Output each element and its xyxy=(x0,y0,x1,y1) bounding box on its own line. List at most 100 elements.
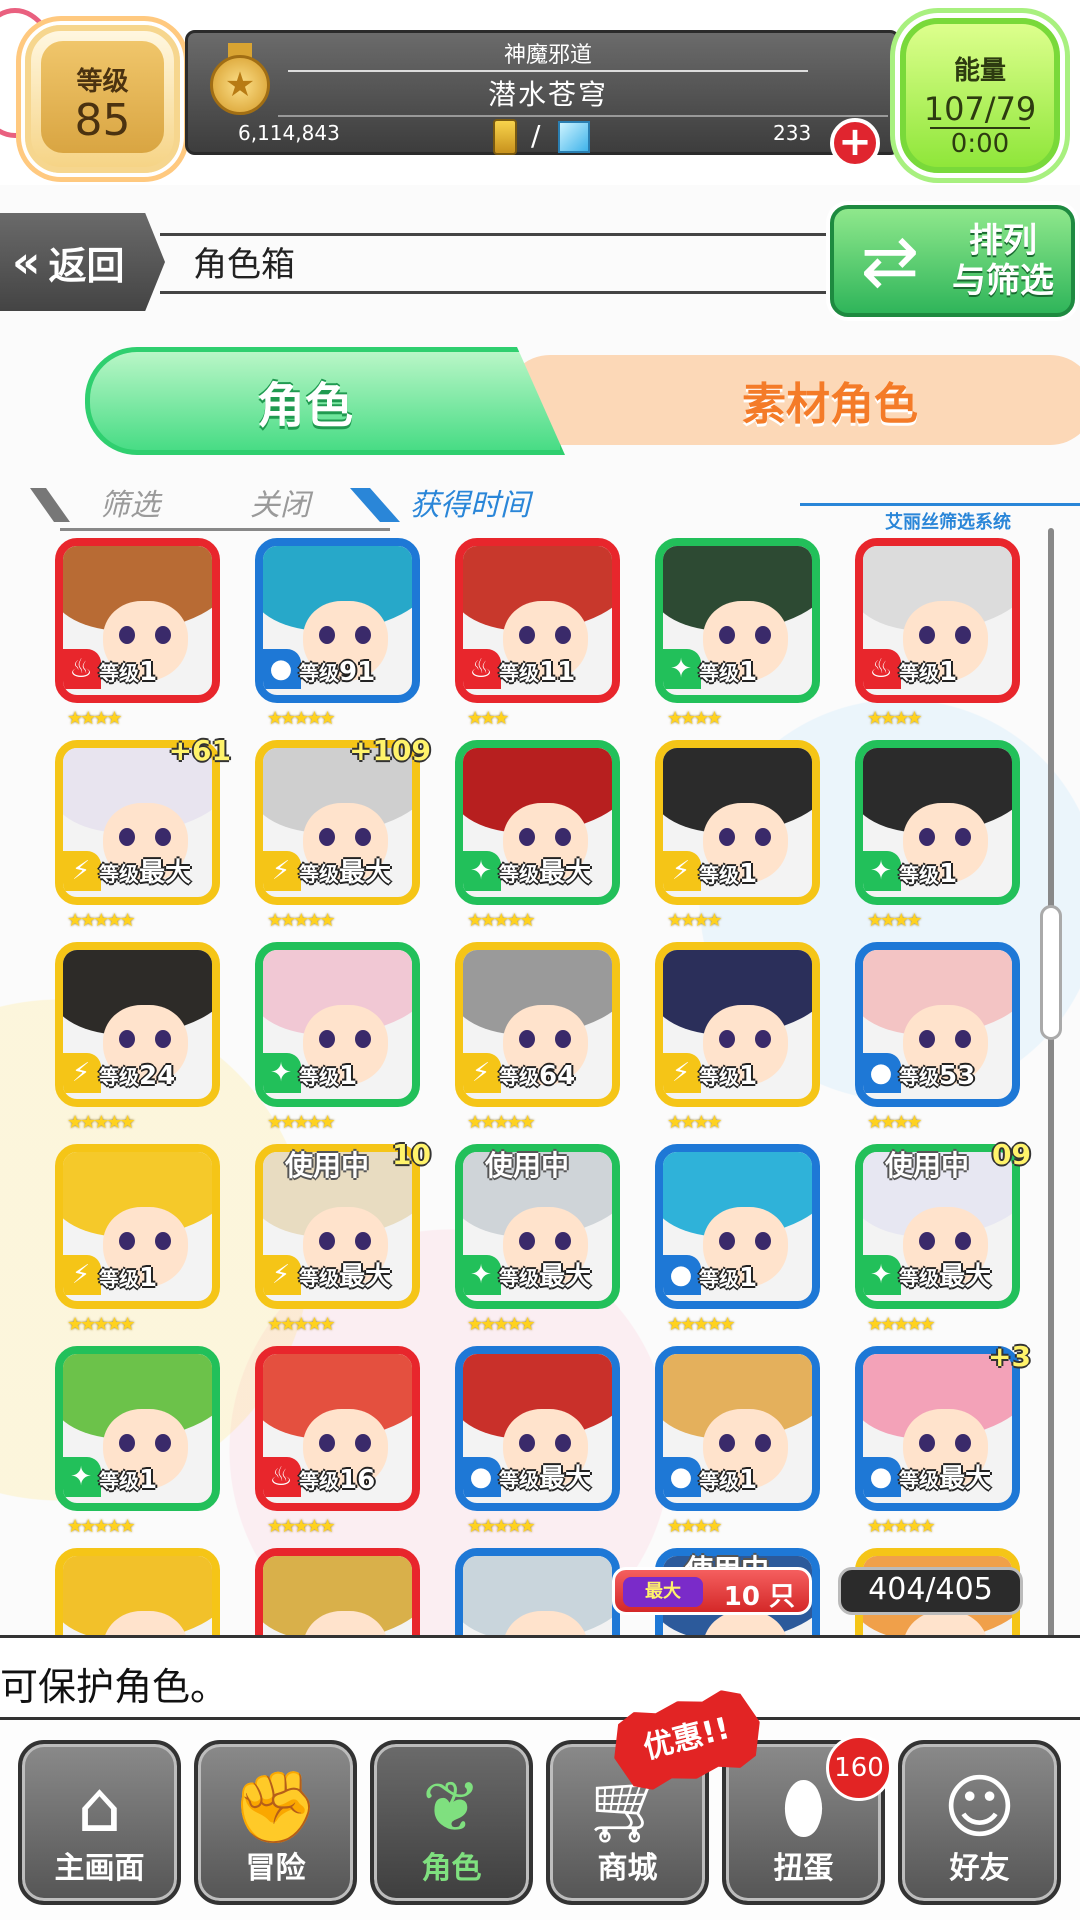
character-eye xyxy=(555,1232,571,1250)
character-eye xyxy=(119,1232,135,1250)
character-eye xyxy=(555,626,571,644)
fire-element-icon: ♨ xyxy=(63,649,101,689)
character-eye xyxy=(155,1434,171,1452)
coins-value: 6,114,843 xyxy=(238,121,340,145)
character-card[interactable]: ♨ 等级16 ★★★★★ xyxy=(255,1346,425,1537)
character-eye xyxy=(919,1434,935,1452)
character-card[interactable]: ⚡ 等级1 ★★★★ xyxy=(655,942,825,1133)
wood-element-icon: ✦ xyxy=(463,1255,501,1295)
bottom-nav: ⌂ 主画面 ✊ 冒险 ❦ 角色 🛒︎ 商城 ⬮ 扭蛋 ☺ 好友 xyxy=(0,1720,1080,1920)
character-portrait-frame: ● 等级91 xyxy=(255,538,420,703)
character-portrait-frame: ♨ 等级1 xyxy=(55,538,220,703)
character-card[interactable]: ⚡ 等级1 ★★★★★ xyxy=(55,1144,225,1335)
character-level: 等级11 xyxy=(499,657,576,687)
character-card[interactable]: ♨ 等级11 ★★★ xyxy=(455,538,625,729)
rarity-stars: ★★★★ xyxy=(667,1516,723,1537)
character-card[interactable]: ⚡ 等级最大 ★★★★★ 使用中 10 xyxy=(255,1138,431,1335)
gold-bar-icon xyxy=(493,119,517,155)
filter-toggle[interactable]: 筛选 xyxy=(100,480,160,524)
character-card[interactable]: ✦ 等级最大 ★★★★★ 使用中 09 xyxy=(855,1138,1031,1335)
character-card[interactable]: ✦ 等级1 ★★★★ xyxy=(855,740,1025,931)
character-card[interactable]: ♨ xyxy=(255,1548,425,1635)
character-card[interactable]: ⚡ 等级1 ★★★★ xyxy=(655,740,825,931)
rarity-stars: ★★★★★ xyxy=(67,1516,136,1537)
rarity-stars: ★★★★★ xyxy=(267,910,336,931)
character-card[interactable]: ⚡ 等级64 ★★★★★ xyxy=(455,942,625,1133)
character-eye xyxy=(519,1232,535,1250)
character-card[interactable]: ♨ 等级1 ★★★★ xyxy=(855,538,1025,729)
character-card[interactable]: ● xyxy=(455,1548,625,1635)
character-eye xyxy=(355,626,371,644)
character-eye xyxy=(319,626,335,644)
nav-characters-button[interactable]: ❦ 角色 xyxy=(370,1740,533,1905)
character-eye xyxy=(755,1232,771,1250)
character-card[interactable]: ⚡ 等级最大 ★★★★★ +109 xyxy=(255,734,431,931)
water-element-icon: ● xyxy=(663,1457,701,1497)
sort-filter-button[interactable]: ⇄ 排列 与筛选 xyxy=(830,205,1075,317)
character-level: 等级1 xyxy=(699,1263,758,1293)
character-portrait-frame: ♨ xyxy=(255,1548,420,1635)
grid-scrollbar[interactable] xyxy=(1048,528,1054,1638)
light-element-icon: ⚡ xyxy=(263,851,301,891)
character-card[interactable]: ⚡ 等级最大 ★★★★★ +61 xyxy=(55,734,231,931)
wood-element-icon: ✦ xyxy=(463,851,501,891)
rarity-stars: ★★★★★ xyxy=(267,1314,336,1335)
character-card[interactable]: ● 等级1 ★★★★★ xyxy=(655,1144,825,1335)
character-portrait-frame: ♨ 等级1 xyxy=(855,538,1020,703)
player-info-panel[interactable]: ★ 神魔邪道 潜水苍穹 6,114,843 / 233 xyxy=(185,30,900,155)
character-portrait-frame: ♨ 等级11 xyxy=(455,538,620,703)
light-element-icon: ⚡ xyxy=(63,851,101,891)
nav-adventure-button[interactable]: ✊ 冒险 xyxy=(194,1740,357,1905)
character-level: 等级最大 xyxy=(99,858,192,888)
energy-box[interactable]: 能量 107/79 0:00 xyxy=(900,18,1060,173)
character-level: 等级最大 xyxy=(499,1262,592,1292)
level-label: 等级 xyxy=(76,67,129,97)
character-eye xyxy=(119,626,135,644)
tab-material-characters[interactable]: 素材角色 xyxy=(505,355,1080,445)
character-eye xyxy=(119,1030,135,1048)
character-portrait-frame: ✦ 等级1 xyxy=(255,942,420,1107)
character-level: 等级最大 xyxy=(899,1262,992,1292)
rarity-stars: ★★★★ xyxy=(867,708,923,729)
gems-value: 233 xyxy=(773,121,812,145)
character-level: 等级91 xyxy=(299,657,376,687)
nav-label: 主画面 xyxy=(54,1851,145,1886)
character-eye xyxy=(719,1030,735,1048)
scroll-thumb[interactable] xyxy=(1040,905,1062,1040)
filter-off-state[interactable]: 关闭 xyxy=(250,480,310,524)
light-element-icon: ⚡ xyxy=(263,1255,301,1295)
character-card[interactable]: ♨ 等级1 ★★★★ xyxy=(55,538,225,729)
character-card[interactable]: ✦ 等级最大 ★★★★★ xyxy=(455,740,625,931)
nav-home-button[interactable]: ⌂ 主画面 xyxy=(18,1740,181,1905)
rarity-stars: ★★★★★ xyxy=(467,1314,536,1335)
filter-strip: 筛选 关闭 获得时间 艾丽丝筛选系统 xyxy=(30,480,1080,535)
nav-label: 冒险 xyxy=(245,1851,306,1886)
character-card[interactable]: ● 等级91 ★★★★★ xyxy=(255,538,425,729)
back-button[interactable]: « 返回 xyxy=(0,213,165,311)
add-currency-button[interactable]: + xyxy=(830,118,880,168)
character-card[interactable]: ● 等级1 ★★★★ xyxy=(655,1346,825,1537)
character-level: 等级1 xyxy=(99,657,158,687)
in-use-label: 使用中 xyxy=(285,1149,370,1182)
character-grid[interactable]: ♨ 等级1 ★★★★ ● 等级91 ★★★★★ ♨ 等级11 ★★★ ✦ 等级1 ★★★★ ♨ 等级1 ★★… xyxy=(0,530,1080,1635)
sort-order-label[interactable]: 获得时间 xyxy=(410,480,530,524)
character-card[interactable]: ⚡ xyxy=(55,1548,225,1635)
max-level-counter: 最大 10 只 xyxy=(612,1567,812,1615)
character-card[interactable]: ● 等级最大 ★★★★★ +3 xyxy=(855,1340,1031,1537)
tab-characters[interactable]: 角色 xyxy=(85,347,565,455)
character-card[interactable]: ● 等级53 ★★★★ xyxy=(855,942,1025,1133)
handshake-icon: ✊ xyxy=(231,1766,320,1848)
character-card[interactable]: ⚡ 等级24 ★★★★★ xyxy=(55,942,225,1133)
character-card[interactable]: ✦ 等级最大 ★★★★★ 使用中 xyxy=(455,1144,625,1335)
rarity-stars: ★★★★★ xyxy=(467,1516,536,1537)
character-card[interactable]: ✦ 等级1 ★★★★ xyxy=(655,538,825,729)
character-eye xyxy=(755,1434,771,1452)
character-card[interactable]: ✦ 等级1 ★★★★★ xyxy=(55,1346,225,1537)
character-card[interactable]: ✦ 等级1 ★★★★★ xyxy=(255,942,425,1133)
rarity-stars: ★★★★★ xyxy=(267,1112,336,1133)
plus-value-badge: +61 xyxy=(168,734,231,767)
rarity-stars: ★★★★ xyxy=(67,708,123,729)
nav-friends-button[interactable]: ☺ 好友 xyxy=(898,1740,1061,1905)
character-portrait-frame: ⚡ 等级24 xyxy=(55,942,220,1107)
character-card[interactable]: ● 等级最大 ★★★★★ xyxy=(455,1346,625,1537)
